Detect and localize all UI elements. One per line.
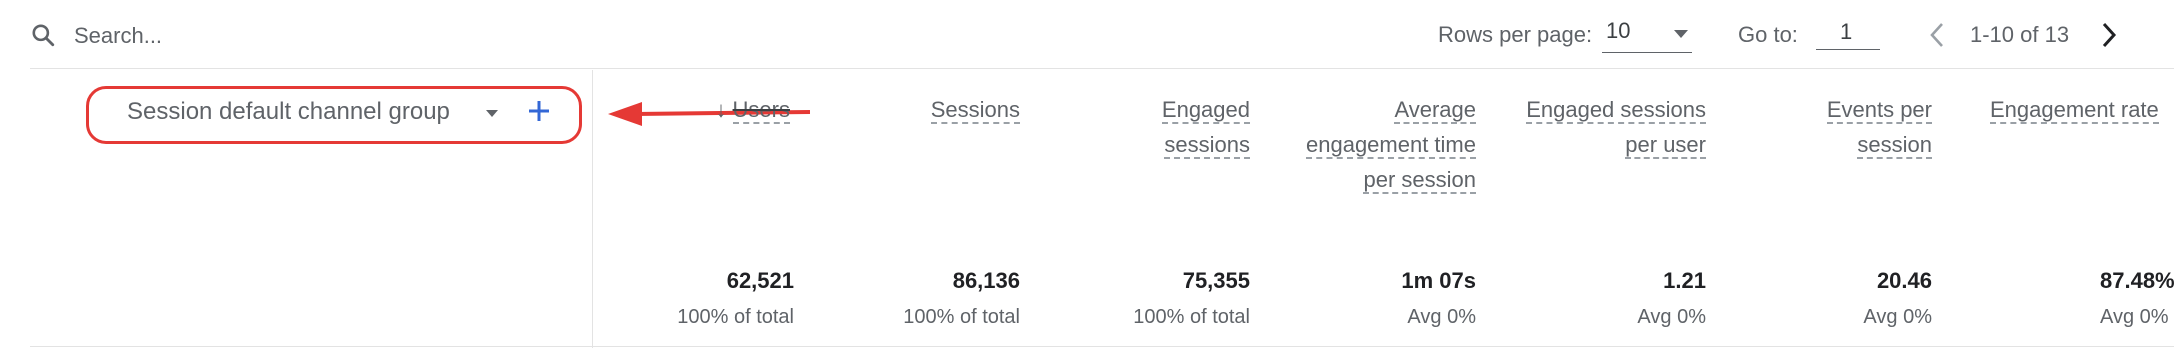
totals-divider bbox=[30, 346, 2174, 347]
total-average-engagement-time: 1m 07s bbox=[1401, 268, 1476, 293]
column-header-label: Engagement rate bbox=[1990, 97, 2159, 124]
rows-per-page-label: Rows per page: bbox=[1438, 22, 1593, 47]
column-header-engaged-sessions-per-user[interactable]: Engaged sessions per user bbox=[1520, 92, 1706, 162]
chevron-left-icon[interactable] bbox=[1926, 20, 1948, 50]
column-header-label: Average engagement time per session bbox=[1306, 97, 1476, 194]
total-engaged-sessions-per-user-share: Avg 0% bbox=[1637, 306, 1706, 328]
column-header-engaged-sessions[interactable]: Engaged sessions bbox=[1080, 92, 1250, 162]
column-header-label: Sessions bbox=[930, 97, 1020, 124]
total-users-share: 100% of total bbox=[677, 306, 794, 328]
column-header-label: Users bbox=[732, 97, 790, 124]
total-engagement-rate: 87.48% bbox=[2100, 268, 2174, 293]
plus-icon[interactable] bbox=[526, 98, 552, 124]
column-header-users[interactable]: ↓ Users bbox=[640, 92, 790, 127]
table-toolbar: Rows per page: 10 Go to: 1-10 of 13 bbox=[0, 0, 2174, 70]
total-engaged-sessions-share: 100% of total bbox=[1133, 306, 1250, 328]
column-header-events-per-session[interactable]: Events per session bbox=[1760, 92, 1932, 162]
caret-down-icon[interactable] bbox=[486, 110, 498, 117]
search-icon bbox=[32, 24, 55, 47]
total-sessions: 86,136 bbox=[952, 268, 1020, 293]
column-header-label: Engaged sessions bbox=[1161, 97, 1250, 159]
total-users: 62,521 bbox=[726, 268, 794, 293]
total-sessions-share: 100% of total bbox=[903, 306, 1020, 328]
total-engaged-sessions: 75,355 bbox=[1182, 268, 1250, 293]
search-input[interactable] bbox=[72, 16, 596, 56]
column-header-sessions[interactable]: Sessions bbox=[840, 92, 1020, 127]
column-header-label: Engaged sessions per user bbox=[1526, 97, 1706, 159]
caret-down-icon bbox=[1674, 30, 1688, 38]
go-to-input[interactable] bbox=[1816, 14, 1880, 50]
total-events-per-session: 20.46 bbox=[1876, 268, 1932, 293]
column-header-label: Events per session bbox=[1826, 97, 1932, 159]
dimension-selector[interactable]: Session default channel group bbox=[127, 98, 450, 126]
arrow-down-icon: ↓ bbox=[715, 97, 727, 122]
total-events-per-session-share: Avg 0% bbox=[1863, 306, 1932, 328]
total-engagement-rate-share: Avg 0% bbox=[2100, 306, 2169, 328]
pagination-range: 1-10 of 13 bbox=[1970, 22, 2070, 47]
rows-per-page-select[interactable]: 10 bbox=[1602, 14, 1692, 53]
go-to-label: Go to: bbox=[1738, 22, 1798, 47]
rows-per-page-value: 10 bbox=[1606, 18, 1631, 43]
total-average-engagement-time-share: Avg 0% bbox=[1407, 306, 1476, 328]
dimension-column-divider bbox=[592, 70, 593, 348]
chevron-right-icon[interactable] bbox=[2098, 20, 2120, 50]
column-header-average-engagement-time[interactable]: Average engagement time per session bbox=[1300, 92, 1476, 197]
column-header-engagement-rate[interactable]: Engagement rate bbox=[1990, 92, 2174, 127]
total-engaged-sessions-per-user: 1.21 bbox=[1663, 268, 1706, 293]
header-divider bbox=[30, 68, 2174, 69]
